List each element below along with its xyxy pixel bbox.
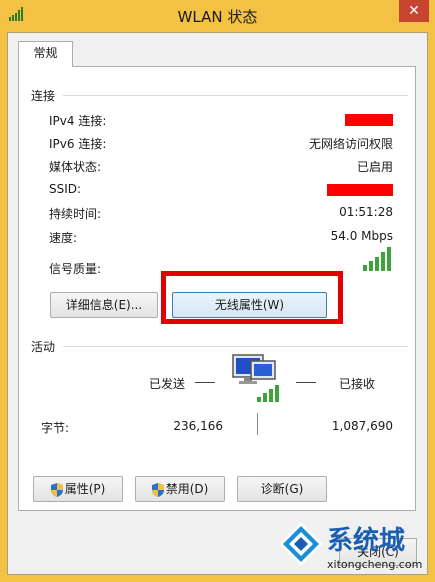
ipv4-value-redacted bbox=[345, 112, 393, 126]
ipv6-label: IPv6 连接: bbox=[49, 137, 107, 151]
bytes-divider bbox=[257, 413, 258, 435]
brand-name: 系统城 bbox=[327, 526, 406, 556]
speed-value: 54.0 Mbps bbox=[330, 229, 393, 243]
media-state-label: 媒体状态: bbox=[49, 160, 102, 174]
activity-divider bbox=[63, 346, 408, 347]
details-button[interactable]: 详细信息(E)... bbox=[50, 292, 158, 318]
annotation-highlight-box bbox=[161, 271, 343, 324]
activity-section-label: 活动 bbox=[31, 340, 56, 354]
properties-button[interactable]: 属性(P) bbox=[33, 476, 123, 502]
sent-label: 已发送 bbox=[149, 377, 186, 391]
network-computers-icon bbox=[232, 354, 279, 402]
tab-general[interactable]: 常规 bbox=[18, 41, 73, 67]
brand-logo-icon bbox=[279, 522, 323, 566]
ssid-value-redacted bbox=[327, 182, 393, 196]
signal-strength-icon bbox=[363, 247, 391, 271]
wlan-status-window: WLAN 状态 ✕ 常规 连接 IPv4 连接: IPv6 连接: 无网络访问权… bbox=[0, 0, 435, 582]
signal-quality-label: 信号质量: bbox=[49, 262, 102, 276]
brand-url: xitongcheng.com bbox=[327, 558, 423, 571]
uac-shield-icon bbox=[50, 482, 63, 497]
connection-divider bbox=[63, 95, 408, 96]
sent-dash bbox=[195, 382, 215, 383]
bytes-received-value: 1,087,690 bbox=[331, 419, 393, 433]
dialog-client: 常规 连接 IPv4 连接: IPv6 连接: 无网络访问权限 媒体状态: 已启… bbox=[7, 32, 428, 575]
bytes-label: 字节: bbox=[41, 421, 70, 435]
window-title: WLAN 状态 bbox=[177, 8, 258, 26]
duration-label: 持续时间: bbox=[49, 207, 102, 221]
properties-button-label: 属性(P) bbox=[64, 482, 106, 496]
received-dash bbox=[296, 382, 316, 383]
media-state-value: 已启用 bbox=[356, 160, 393, 174]
ipv6-value: 无网络访问权限 bbox=[308, 137, 393, 151]
disable-button[interactable]: 禁用(D) bbox=[135, 476, 225, 502]
received-label: 已接收 bbox=[339, 377, 376, 391]
connection-section-label: 连接 bbox=[31, 89, 56, 103]
ipv4-label: IPv4 连接: bbox=[49, 114, 107, 128]
title-bar[interactable]: WLAN 状态 ✕ bbox=[0, 0, 435, 32]
bytes-sent-value: 236,166 bbox=[173, 419, 223, 433]
uac-shield-icon bbox=[151, 482, 164, 497]
close-window-button[interactable]: ✕ bbox=[399, 0, 429, 22]
diagnose-button[interactable]: 诊断(G) bbox=[237, 476, 327, 502]
watermark: 系统城 xitongcheng.com bbox=[275, 512, 435, 582]
duration-value: 01:51:28 bbox=[339, 205, 393, 219]
disable-button-label: 禁用(D) bbox=[165, 482, 209, 496]
speed-label: 速度: bbox=[49, 231, 78, 245]
ssid-label: SSID: bbox=[49, 182, 82, 196]
